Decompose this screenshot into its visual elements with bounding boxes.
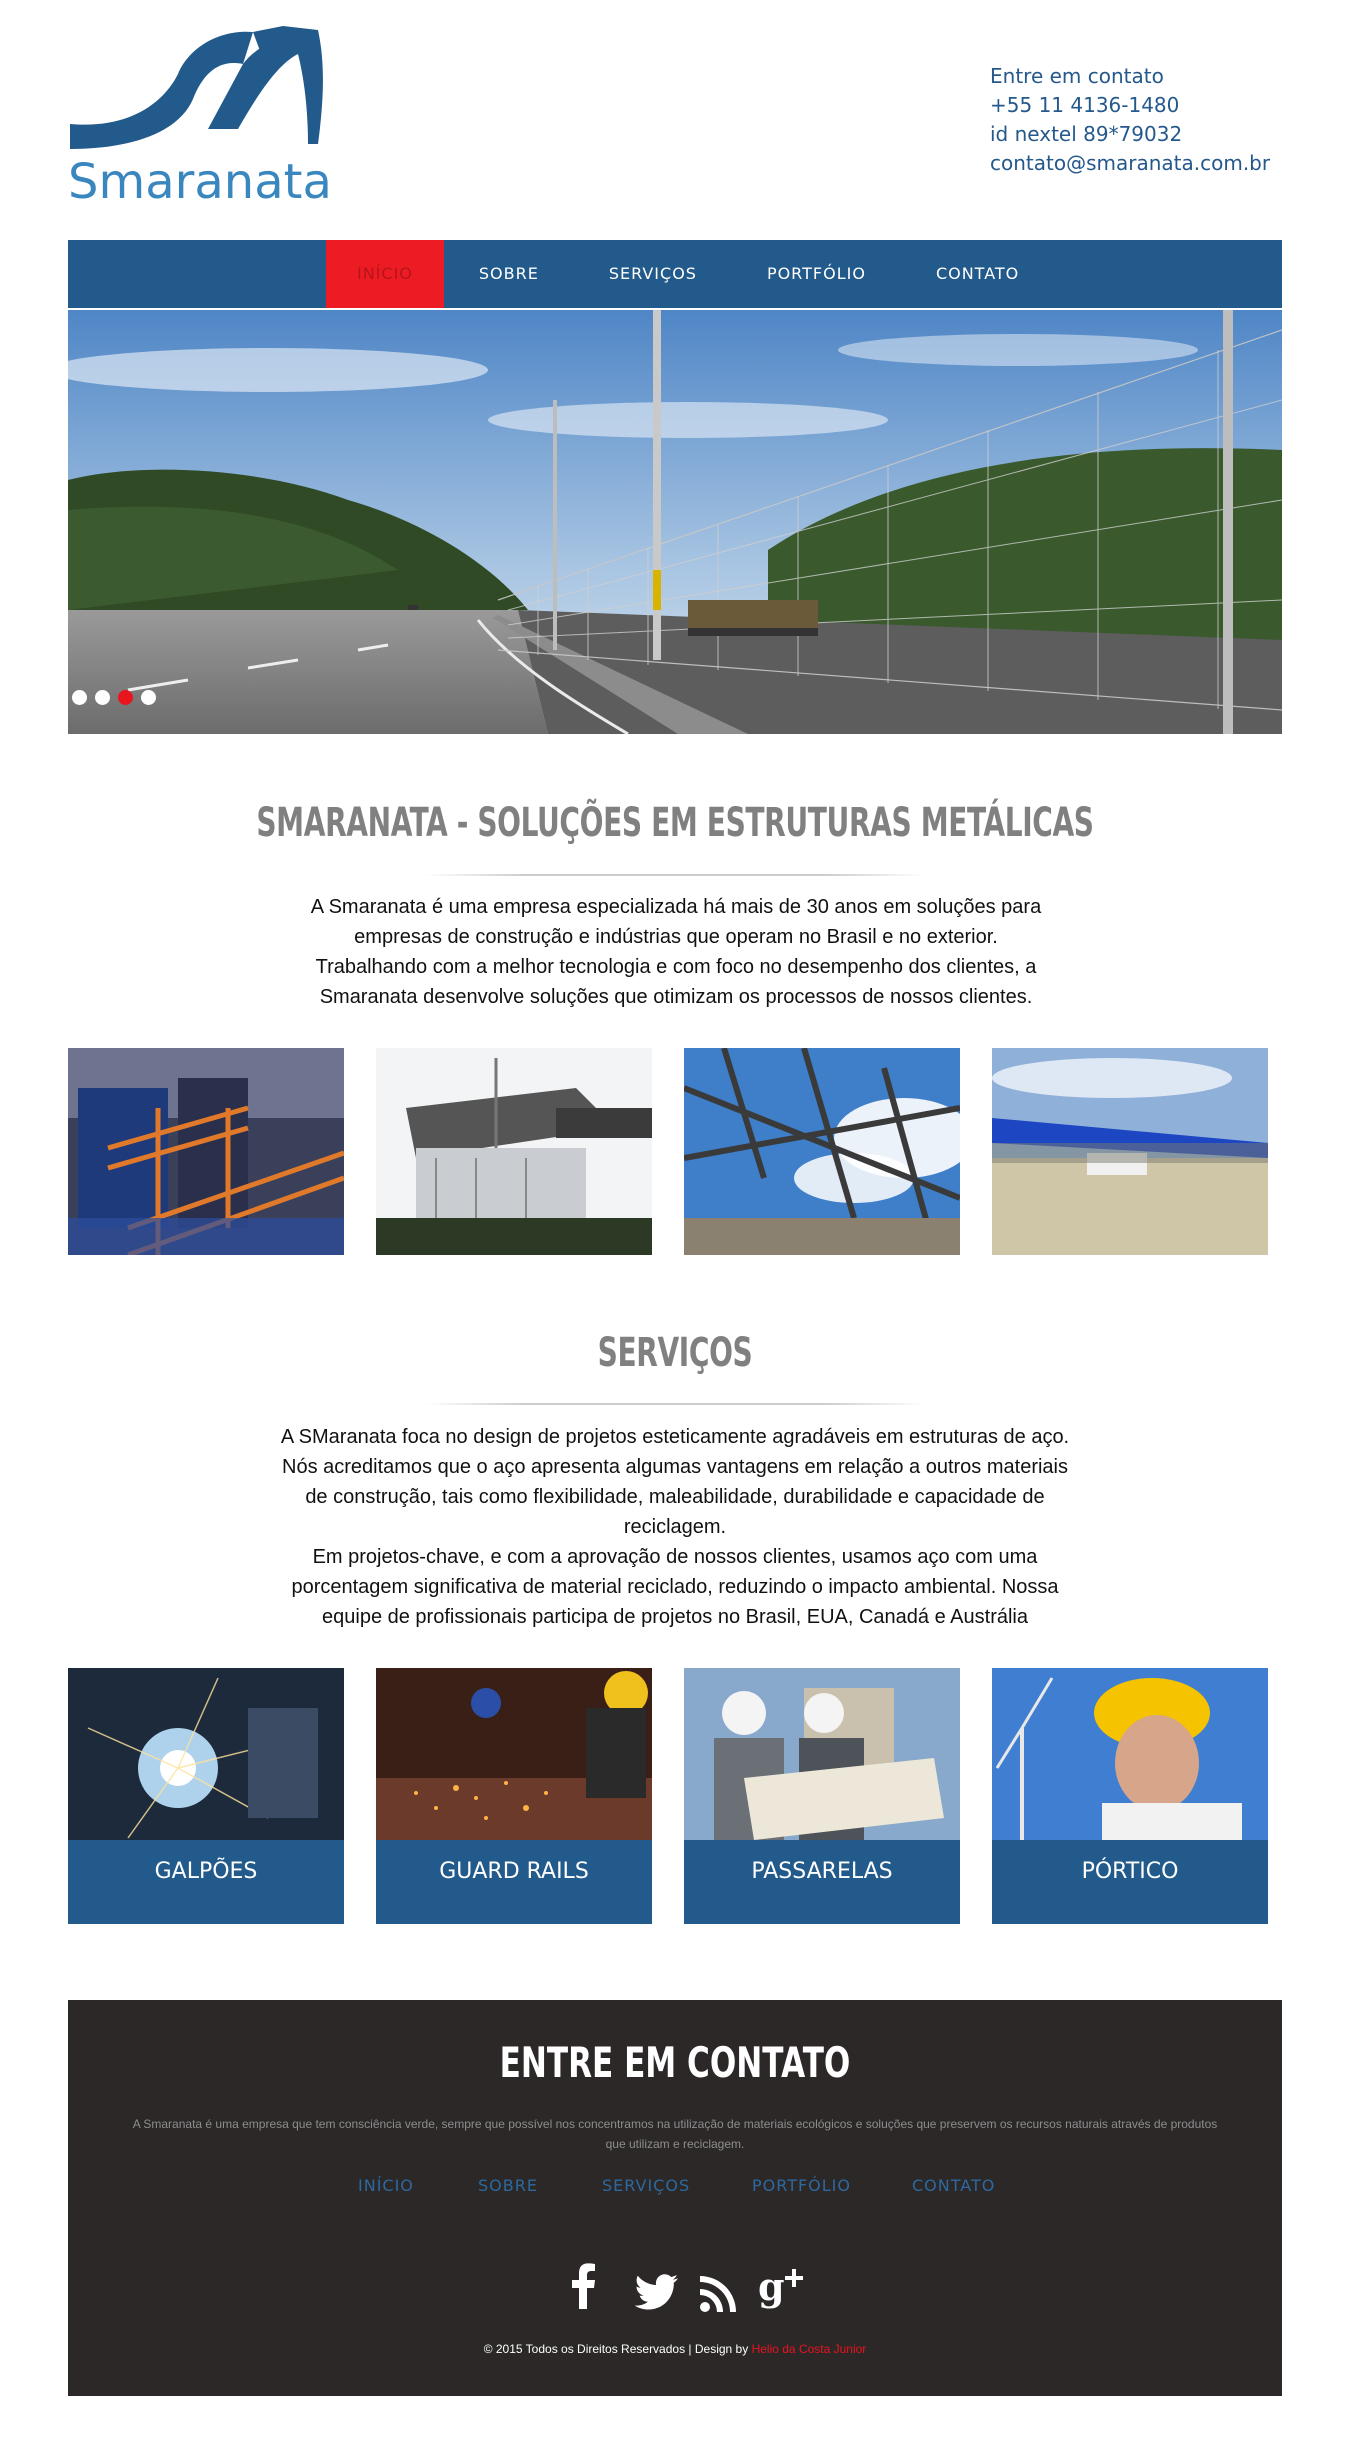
footer-nav-servicos[interactable]: SERVIÇOS [602,2176,752,2195]
main-nav: INÍCIO SOBRE SERVIÇOS PORTFÓLIO CONTATO [68,240,1282,308]
slider-dot[interactable] [95,690,110,705]
hero-slider[interactable] [68,310,1282,734]
service-card-label: PASSARELAS [751,1859,893,1884]
footer-nav-inicio[interactable]: INÍCIO [358,2176,478,2195]
facebook-icon[interactable] [568,2262,598,2310]
nav-item-inicio[interactable]: INÍCIO [326,240,444,308]
service-image-engineer-wind [992,1668,1268,1840]
logo-text: Smaranata [68,154,332,210]
logo[interactable]: Smaranata [68,24,332,214]
svg-text:g: g [758,2264,785,2309]
designer-link[interactable]: Helio da Costa Junior [752,2342,867,2356]
service-card-passarelas[interactable]: PASSARELAS [684,1668,960,1924]
rss-icon[interactable] [700,2270,736,2318]
gallery-image-building[interactable] [376,1048,652,1255]
copyright: © 2015 Todos os Direitos Reservados | De… [68,2342,1282,2356]
service-card-portico[interactable]: PÓRTICO [992,1668,1268,1924]
service-image-grinding [376,1668,652,1840]
nav-item-contato[interactable]: CONTATO [901,240,1054,308]
services-paragraph-2: Em projetos-chave, e com a aprovação de … [291,1546,1059,1628]
services-divider [425,1403,925,1405]
about-divider [425,874,925,876]
footer-nav-contato[interactable]: CONTATO [912,2176,995,2195]
slider-dot[interactable] [141,690,156,705]
service-card-label: GALPÕES [154,1859,258,1884]
gallery-image-canopy[interactable] [684,1048,960,1255]
social-links: g [568,2262,838,2312]
footer: ENTRE EM CONTATO A Smaranata é uma empre… [68,2000,1282,2396]
slider-dot[interactable] [72,690,87,705]
contact-heading: Entre em contato [990,64,1164,88]
contact-nextel: id nextel 89*79032 [990,122,1183,146]
nav-item-sobre[interactable]: SOBRE [444,240,574,308]
about-title: SMARANATA - SOLUÇÕES EM ESTRUTURAS METÁL… [256,800,1094,846]
footer-nav-portfolio[interactable]: PORTFÓLIO [752,2176,912,2195]
hero-image [68,310,1282,734]
service-card-guard-rails[interactable]: GUARD RAILS [376,1668,652,1924]
gallery-image-parking-cover[interactable] [992,1048,1268,1255]
header-contact: Entre em contato +55 11 4136-1480 id nex… [990,62,1270,178]
services-title: SERVIÇOS [597,1330,753,1376]
service-image-engineers [684,1668,960,1840]
nav-item-servicos[interactable]: SERVIÇOS [574,240,732,308]
copyright-text: © 2015 Todos os Direitos Reservados | De… [483,2342,749,2356]
contact-email[interactable]: contato@smaranata.com.br [990,149,1270,178]
service-card-label: GUARD RAILS [439,1859,589,1884]
slider-dots [72,690,156,705]
service-card-galpoes[interactable]: GALPÕES [68,1668,344,1924]
footer-text: A Smaranata é uma empresa que tem consci… [132,2117,1218,2151]
services-text: A SMaranata foca no design de projetos e… [280,1422,1070,1632]
footer-title: ENTRE EM CONTATO [499,2038,851,2087]
gallery-image-warehouse-racks[interactable] [68,1048,344,1255]
service-image-welding [68,1668,344,1840]
nav-item-portfolio[interactable]: PORTFÓLIO [732,240,901,308]
footer-nav-sobre[interactable]: SOBRE [478,2176,602,2195]
slider-dot-active[interactable] [118,690,133,705]
service-card-label: PÓRTICO [1081,1859,1179,1884]
contact-phone[interactable]: +55 11 4136-1480 [990,91,1270,120]
services-paragraph-1: A SMaranata foca no design de projetos e… [280,1426,1070,1538]
about-text: A Smaranata é uma empresa especializada … [310,896,1042,1008]
twitter-icon[interactable] [634,2268,678,2316]
logo-mark-icon [70,26,323,150]
footer-nav: INÍCIO SOBRE SERVIÇOS PORTFÓLIO CONTATO [358,2176,995,2195]
google-plus-icon[interactable]: g [758,2264,804,2312]
